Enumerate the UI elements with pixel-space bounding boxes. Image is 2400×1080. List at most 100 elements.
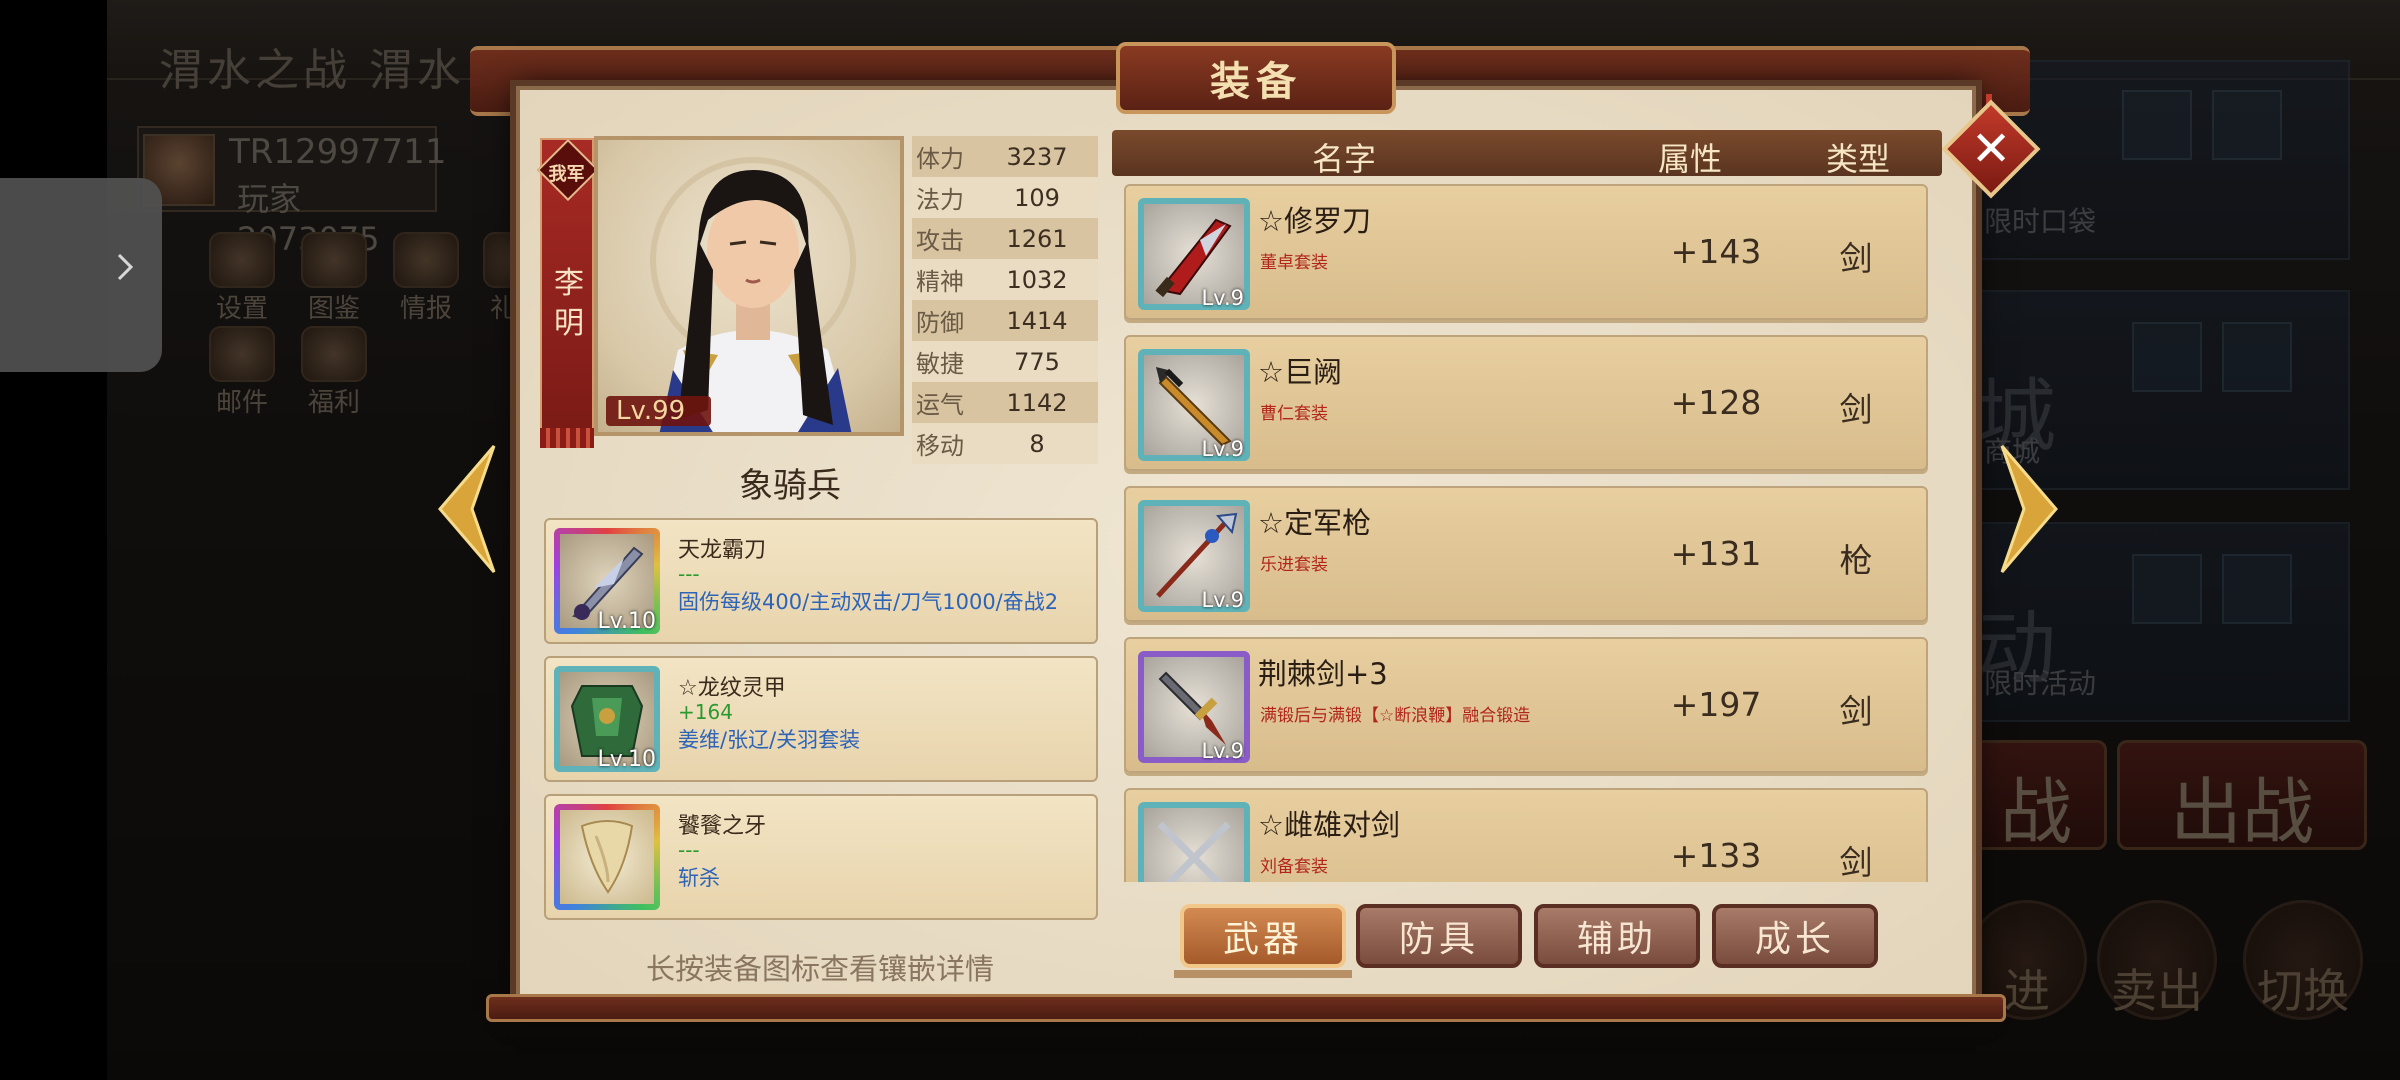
stat-row: 敏捷 775 <box>912 341 1098 382</box>
item-name: ☆龙纹灵甲 <box>678 676 786 701</box>
dialog-frame-bottom <box>486 994 2006 1022</box>
active-tab-underline <box>1174 970 1352 978</box>
weapon-set: 董卓套装 <box>1260 253 1328 273</box>
hero-portrait[interactable]: Lv.99 <box>594 136 904 436</box>
weapon-set: 满锻后与满锻【☆断浪鞭】融合锻造 <box>1260 706 1531 726</box>
weapon-type: 枪 <box>1839 541 1873 580</box>
equip-icon-frame[interactable] <box>554 804 660 910</box>
stat-label: 敏捷 <box>916 350 964 378</box>
weapon-name: ☆雌雄对剑 <box>1258 808 1400 842</box>
item-name: 天龙霸刀 <box>678 538 767 563</box>
tab-accessory[interactable]: 辅助 <box>1534 904 1700 968</box>
hero-banner: 我军 李明 <box>536 138 600 438</box>
chevron-right-icon <box>117 253 134 281</box>
weapon-name: ☆修罗刀 <box>1258 204 1371 238</box>
unit-class-label: 象骑兵 <box>739 466 841 506</box>
next-hero-arrow-icon[interactable] <box>2000 444 2060 574</box>
stat-label: 攻击 <box>916 227 964 255</box>
weapon-set: 刘备套装 <box>1260 857 1328 877</box>
hero-stats-table: 体力 3237 法力 109 攻击 1261 精神 1032 防御 1414 敏捷 775 运气 1142… <box>912 136 1098 464</box>
stat-label: 移动 <box>916 432 964 460</box>
weapon-row[interactable]: ☆雌雄对剑 刘备套装 +133 剑 <box>1124 788 1928 882</box>
weapon-row[interactable]: Lv.9 ☆巨阙 曹仁套装 +128 剑 <box>1124 335 1928 471</box>
stat-row: 精神 1032 <box>912 259 1098 300</box>
stat-value: 109 <box>1014 183 1060 212</box>
stat-label: 法力 <box>916 186 964 214</box>
equip-icon-frame[interactable]: Lv.10 <box>554 528 660 634</box>
dialog-title: 装备 <box>1210 58 1302 105</box>
tab-label: 成长 <box>1754 919 1835 960</box>
hero-portrait-art-icon <box>650 157 856 432</box>
header-type: 类型 <box>1826 140 1891 178</box>
stat-row: 移动 8 <box>912 423 1098 464</box>
item-level: Lv.10 <box>597 609 656 634</box>
weapon-row[interactable]: Lv.9 ☆定军枪 乐进套装 +131 枪 <box>1124 486 1928 622</box>
stat-label: 体力 <box>916 145 964 173</box>
weapon-list-header: 名字 属性 类型 <box>1112 130 1942 178</box>
weapon-row[interactable]: Lv.9 ☆修罗刀 董卓套装 +143 剑 <box>1124 184 1928 320</box>
stat-label: 运气 <box>916 391 964 419</box>
item-description: 姜维/张辽/关羽套装 <box>678 728 861 752</box>
tab-weapon[interactable]: 武器 <box>1180 904 1346 968</box>
side-drawer-tab[interactable] <box>0 178 162 372</box>
weapon-type: 剑 <box>1839 390 1873 429</box>
hero-level: Lv.99 <box>606 396 712 426</box>
weapon-icon-frame[interactable]: Lv.9 <box>1138 651 1250 763</box>
stat-label: 防御 <box>916 309 964 337</box>
faction-label: 我军 <box>548 163 585 185</box>
item-level: Lv.10 <box>597 747 656 772</box>
hero-name: 李明 <box>554 266 584 341</box>
item-bonus: --- <box>678 562 700 586</box>
tab-growth[interactable]: 成长 <box>1712 904 1878 968</box>
item-bonus: --- <box>678 838 700 862</box>
stat-row: 运气 1142 <box>912 382 1098 423</box>
tab-armor[interactable]: 防具 <box>1356 904 1522 968</box>
fang-icon <box>580 820 634 894</box>
weapon-attr: +133 <box>1670 836 1762 875</box>
stat-value: 3237 <box>1006 142 1068 171</box>
stat-row: 攻击 1261 <box>912 218 1098 259</box>
weapon-name: 荆棘剑+3 <box>1258 657 1388 691</box>
tab-label: 武器 <box>1222 919 1303 960</box>
weapon-level: Lv.9 <box>1201 588 1244 612</box>
stat-value: 775 <box>1014 347 1060 376</box>
item-description: 斩杀 <box>678 866 720 890</box>
equipped-weapon-slot[interactable]: Lv.10 天龙霸刀 --- 固伤每级400/主动双击/刀气1000/奋战2 <box>544 518 1098 644</box>
equipped-armor-slot[interactable]: Lv.10 ☆龙纹灵甲 +164 姜维/张辽/关羽套装 <box>544 656 1098 782</box>
twin-swords-icon <box>1157 821 1231 882</box>
weapon-icon-frame[interactable] <box>1138 802 1250 882</box>
weapon-icon-frame[interactable]: Lv.9 <box>1138 500 1250 612</box>
stat-row: 法力 109 <box>912 177 1098 218</box>
equipped-accessory-slot[interactable]: 饕餮之牙 --- 斩杀 <box>544 794 1098 920</box>
weapon-set: 乐进套装 <box>1260 555 1328 575</box>
equip-icon-frame[interactable]: Lv.10 <box>554 666 660 772</box>
weapon-row[interactable]: Lv.9 荆棘剑+3 满锻后与满锻【☆断浪鞭】融合锻造 +197 剑 <box>1124 637 1928 773</box>
weapon-icon-frame[interactable]: Lv.9 <box>1138 198 1250 310</box>
weapon-name: ☆巨阙 <box>1258 355 1342 389</box>
inlay-hint-text: 长按装备图标查看镶嵌详情 <box>645 952 994 986</box>
weapon-list[interactable]: Lv.9 ☆修罗刀 董卓套装 +143 剑 Lv.9 ☆巨阙 曹仁套装 +128… <box>1120 182 1932 882</box>
banner-fringe <box>540 428 594 448</box>
stat-label: 精神 <box>916 268 964 296</box>
stat-value: 1142 <box>1006 388 1068 417</box>
header-attr: 属性 <box>1658 140 1723 178</box>
faction-badge: 我军 <box>536 138 600 202</box>
dialog-title-plaque: 装备 <box>1116 42 1396 114</box>
weapon-attr: +131 <box>1670 534 1762 573</box>
stat-row: 体力 3237 <box>912 136 1098 177</box>
tab-label: 防具 <box>1398 919 1479 960</box>
prev-hero-arrow-icon[interactable] <box>436 444 496 574</box>
weapon-level: Lv.9 <box>1201 286 1244 310</box>
stat-value: 1414 <box>1006 306 1068 335</box>
item-description: 固伤每级400/主动双击/刀气1000/奋战2 <box>678 590 1059 614</box>
item-bonus: +164 <box>678 700 733 724</box>
weapon-set: 曹仁套装 <box>1260 404 1328 424</box>
stat-value: 8 <box>1029 429 1045 458</box>
tab-label: 辅助 <box>1576 919 1657 960</box>
weapon-icon-frame[interactable]: Lv.9 <box>1138 349 1250 461</box>
weapon-type: 剑 <box>1839 843 1873 882</box>
stat-value: 1261 <box>1006 224 1068 253</box>
weapon-attr: +128 <box>1670 383 1762 422</box>
weapon-attr: +143 <box>1670 232 1762 271</box>
weapon-attr: +197 <box>1670 685 1762 724</box>
